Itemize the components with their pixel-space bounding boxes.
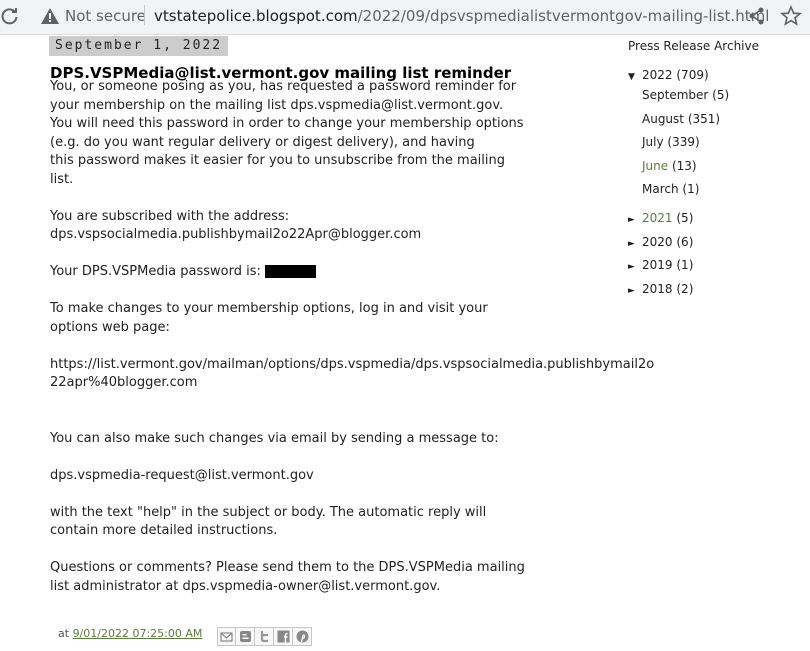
password-line: Your DPS.VSPMedia password is: (50, 263, 590, 282)
year-count: (2) (676, 282, 694, 296)
request-email: dps.vspmedia-request@list.vermont.gov (50, 467, 314, 483)
body-paragraph: with the text "help" in the subject or b… (50, 504, 487, 539)
bookmark-star-icon[interactable] (780, 5, 802, 27)
month-count: (339) (667, 135, 700, 149)
post-body: You, or someone posing as you, has reque… (50, 78, 655, 596)
month-count: (13) (671, 159, 697, 173)
year-count: (709) (676, 68, 709, 82)
url-host: vtstatepolice.blogspot.com (154, 7, 358, 25)
email-share-button[interactable] (217, 627, 236, 646)
year-count: (5) (676, 211, 694, 225)
pinterest-icon (296, 630, 308, 643)
body-paragraph: To make changes to your membership optio… (50, 301, 488, 335)
archive-month-june[interactable]: June (13) (642, 159, 697, 173)
sidebar-title: Press Release Archive (628, 39, 759, 53)
footer-prefix: at (58, 627, 70, 640)
post-footer: at 9/01/2022 07:25:00 AM (58, 627, 202, 640)
facebook-share-button[interactable] (274, 627, 293, 646)
archive-month-july[interactable]: July (339) (642, 135, 700, 149)
year-label[interactable]: 2021 (642, 211, 673, 225)
warning-icon[interactable] (40, 6, 60, 26)
archive-year-2018[interactable]: ► 2018 (2) (628, 282, 693, 296)
reload-icon[interactable] (0, 6, 20, 26)
month-label[interactable]: March (642, 182, 679, 196)
share-icon[interactable] (747, 6, 767, 26)
share-buttons (217, 627, 312, 646)
url-path: /2022/09/dpsvspmedialistvermontgov-maili… (357, 7, 770, 25)
collapsed-triangle-icon[interactable]: ► (628, 286, 642, 296)
body-paragraph: You, or someone posing as you, has reque… (50, 79, 524, 187)
archive-year-2019[interactable]: ► 2019 (1) (628, 258, 693, 272)
options-url: https://list.vermont.gov/mailman/options… (50, 356, 655, 391)
year-label[interactable]: 2022 (642, 68, 673, 82)
year-count: (6) (676, 235, 694, 249)
post-date-header: September 1, 2022 (49, 36, 229, 56)
twitter-share-button[interactable] (255, 627, 274, 646)
month-count: (5) (712, 88, 730, 102)
archive-month-september[interactable]: September (5) (642, 88, 729, 102)
archive-year-2020[interactable]: ► 2020 (6) (628, 235, 693, 249)
blogger-icon (239, 631, 251, 642)
collapsed-triangle-icon[interactable]: ► (628, 262, 642, 272)
year-label[interactable]: 2020 (642, 235, 673, 249)
browser-toolbar: Not secure vtstatepolice.blogspot.com/20… (0, 0, 810, 35)
email-icon (220, 632, 233, 642)
year-label[interactable]: 2018 (642, 282, 673, 296)
month-count: (351) (687, 112, 721, 126)
body-paragraph: You can also make such changes via email… (50, 430, 499, 446)
post-timestamp-link[interactable]: 9/01/2022 07:25:00 AM (73, 627, 203, 640)
archive-year-2021[interactable]: ► 2021 (5) (628, 211, 693, 225)
month-label[interactable]: July (642, 135, 664, 149)
month-label[interactable]: August (642, 112, 684, 126)
archive-month-august[interactable]: August (351) (642, 112, 720, 126)
month-count: (1) (682, 182, 700, 196)
omnibox-divider (144, 5, 145, 25)
facebook-icon (277, 630, 289, 643)
archive-year-2022[interactable]: ▼ 2022 (709) (628, 68, 709, 82)
month-label[interactable]: June (642, 159, 668, 173)
month-label[interactable]: September (642, 88, 708, 102)
expanded-triangle-icon[interactable]: ▼ (628, 72, 642, 82)
year-count: (1) (676, 258, 694, 272)
collapsed-triangle-icon[interactable]: ► (628, 239, 642, 249)
body-paragraph: You are subscribed with the address: dps… (50, 208, 422, 243)
archive-month-march[interactable]: March (1) (642, 182, 699, 196)
pinterest-share-button[interactable] (293, 627, 312, 646)
url-text[interactable]: vtstatepolice.blogspot.com/2022/09/dpsvs… (154, 7, 769, 25)
blogthis-share-button[interactable] (236, 627, 255, 646)
password-label: Your DPS.VSPMedia password is: (50, 264, 261, 279)
collapsed-triangle-icon[interactable]: ► (628, 215, 642, 225)
year-label[interactable]: 2019 (642, 258, 673, 272)
twitter-icon (260, 631, 268, 643)
body-paragraph: Questions or comments? Please send them … (50, 560, 525, 594)
redaction-bar (265, 265, 317, 278)
security-label[interactable]: Not secure (65, 7, 146, 25)
